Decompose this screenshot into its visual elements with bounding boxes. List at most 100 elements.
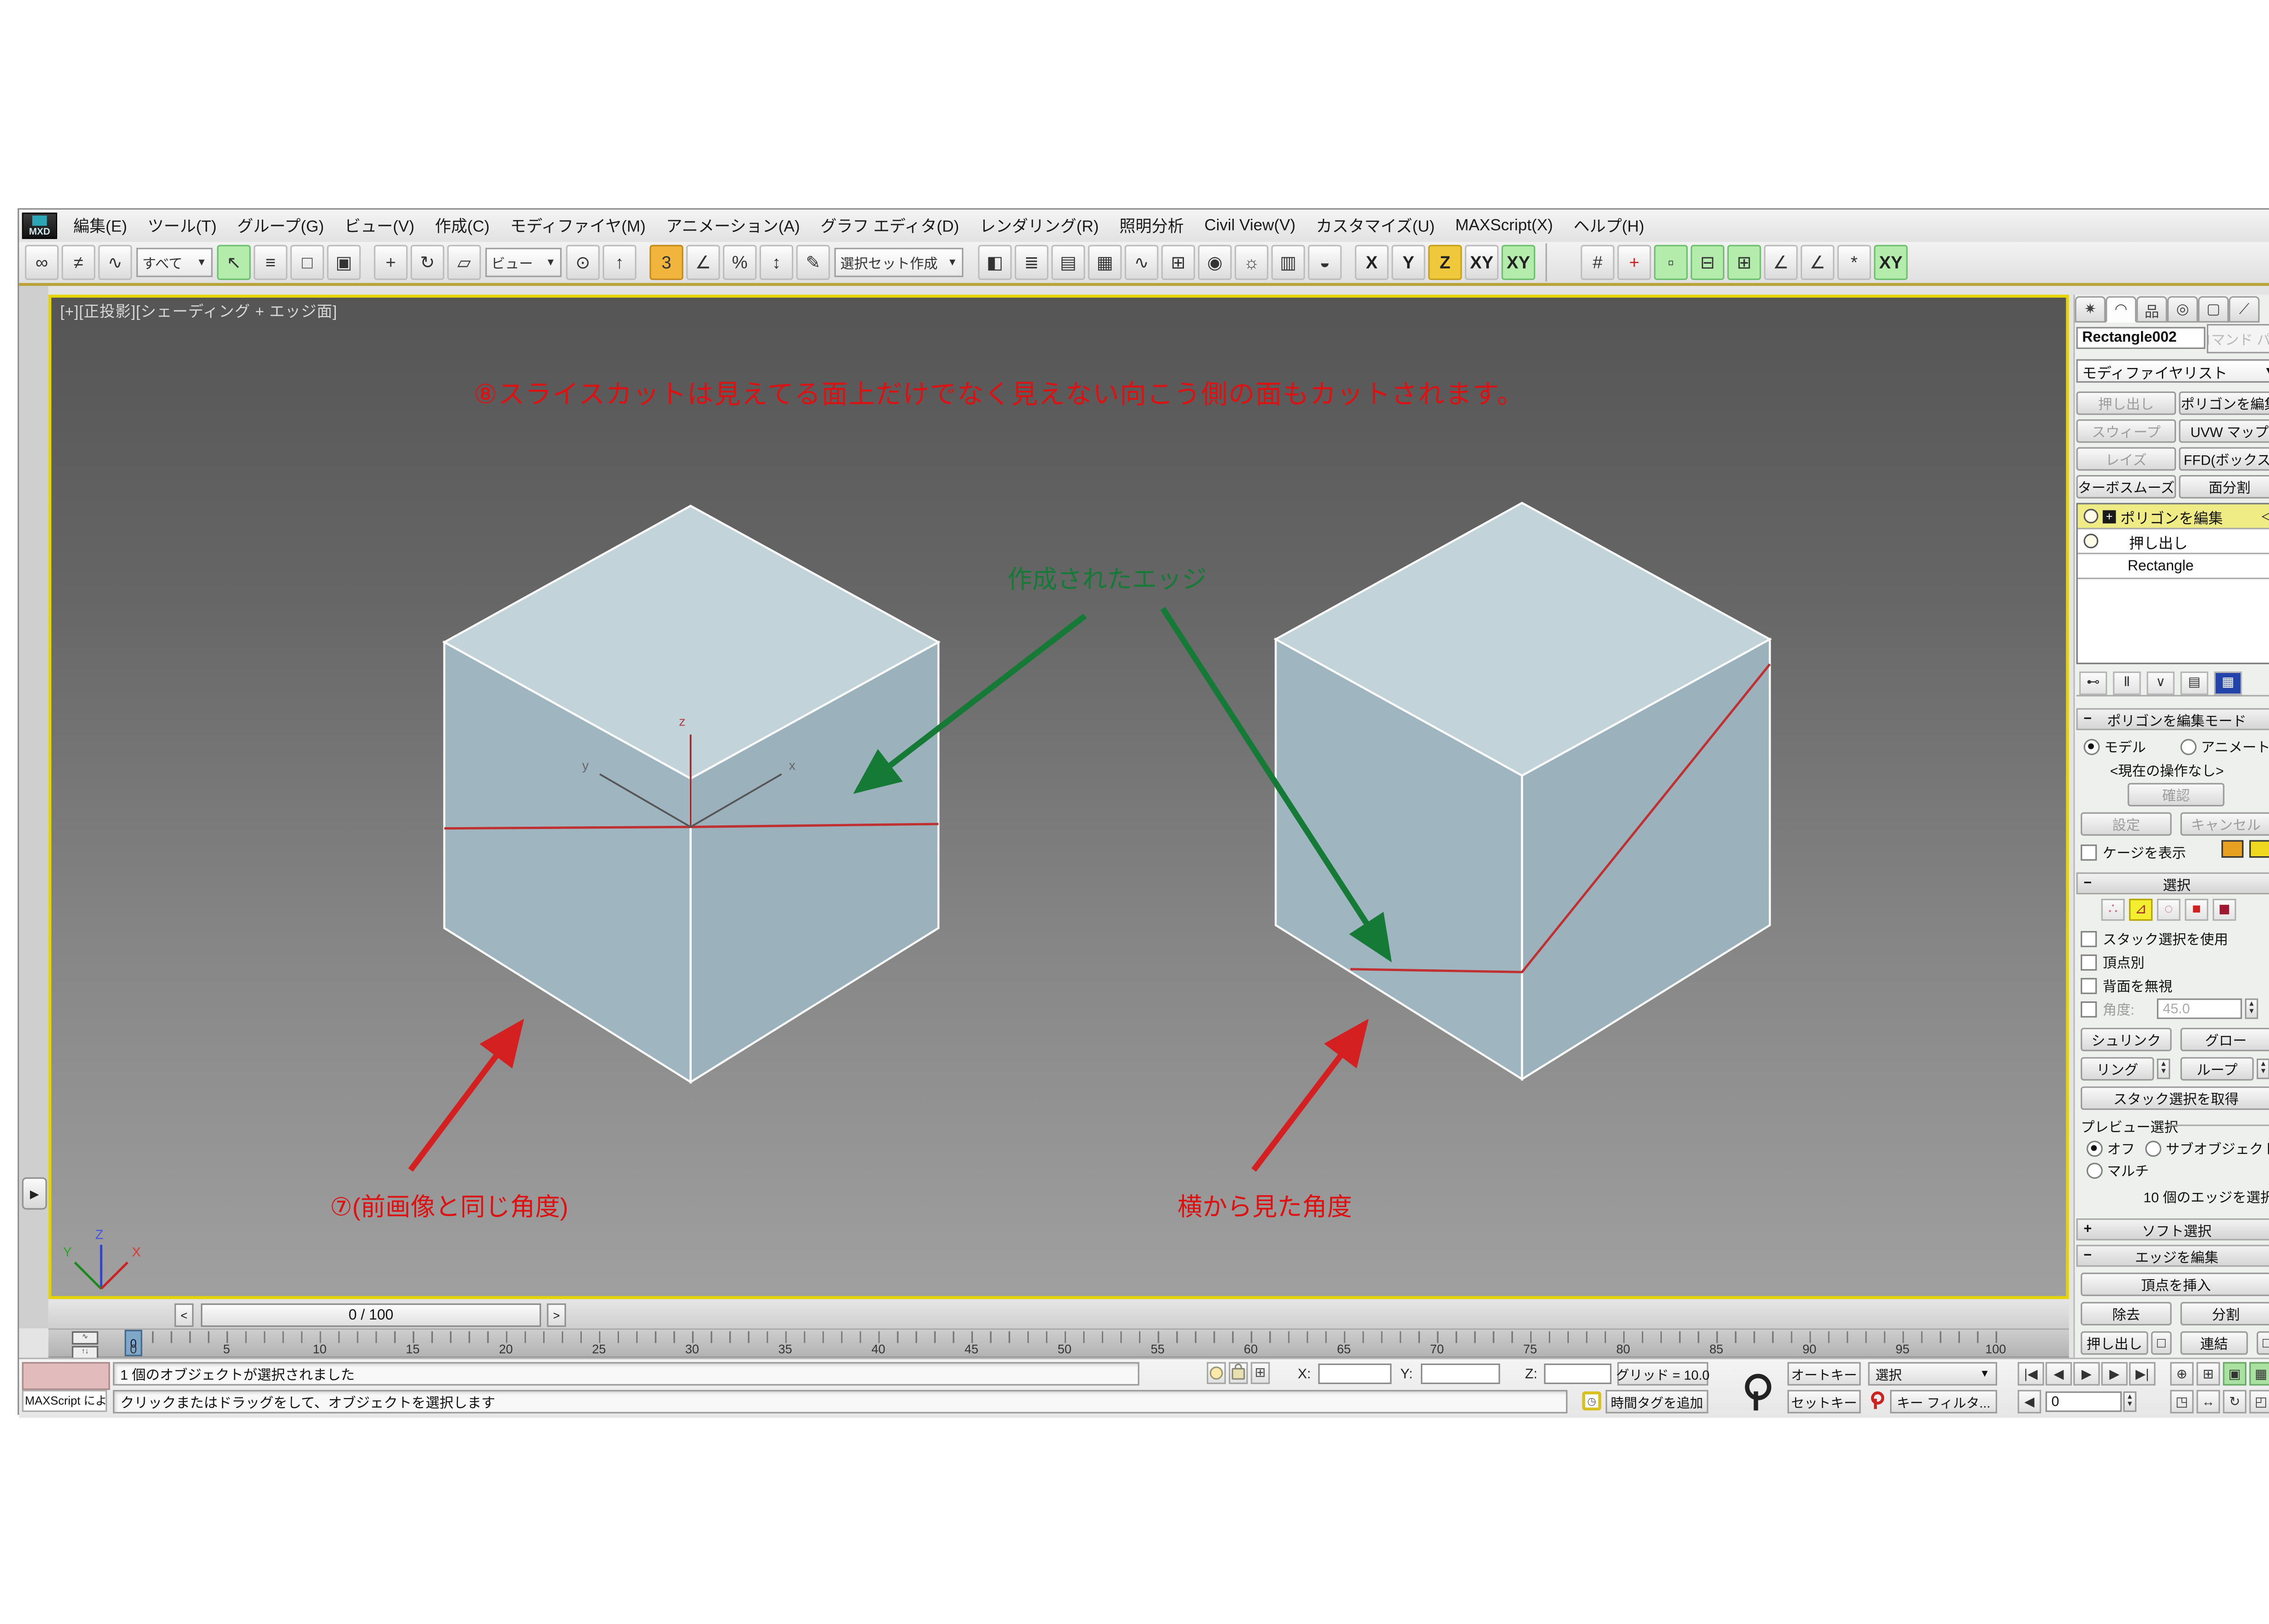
angle-value-field[interactable]: 45.0: [2157, 998, 2242, 1019]
rectangular-selection-icon[interactable]: □: [290, 245, 324, 280]
border-subobject-icon[interactable]: ◌: [2157, 899, 2181, 921]
tab-display-icon[interactable]: ▢: [2198, 296, 2229, 323]
tab-modify-icon[interactable]: ◠: [2106, 296, 2136, 323]
zoom-icon[interactable]: ⊕: [2170, 1362, 2194, 1386]
pan-icon[interactable]: ↔: [2196, 1390, 2220, 1413]
mini-curve-editor-icon[interactable]: ∿: [72, 1331, 98, 1344]
angle-snap-icon[interactable]: ∠: [686, 245, 720, 280]
zoom-extents-all-icon[interactable]: ▦: [2249, 1362, 2269, 1386]
grid-snap-icon[interactable]: #: [1581, 245, 1614, 280]
next-frame-button[interactable]: ▶: [2101, 1362, 2127, 1386]
select-and-manipulate-icon[interactable]: ↑: [603, 245, 636, 280]
go-to-end-button[interactable]: ▶|: [2129, 1362, 2156, 1386]
add-time-tag-button[interactable]: 時間タグを追加: [1606, 1390, 1708, 1413]
quick-turbosmooth-button[interactable]: ターボスムーズ: [2076, 475, 2176, 499]
snap-toggle-3-icon[interactable]: 3: [649, 245, 683, 280]
use-pivot-center-icon[interactable]: ⊙: [566, 245, 599, 280]
menu-item[interactable]: ヘルプ(H): [1563, 210, 1655, 242]
reference-coordinate-dropdown[interactable]: ビュー▼: [486, 248, 562, 277]
get-stack-selection-button[interactable]: スタック選択を取得: [2081, 1086, 2269, 1110]
menu-item[interactable]: モディファイヤ(M): [500, 210, 656, 242]
unlink-selection-icon[interactable]: ≠: [62, 245, 95, 280]
named-selection-dropdown[interactable]: 選択セット作成▼: [835, 248, 963, 277]
play-button[interactable]: ▶: [2073, 1362, 2100, 1386]
quick-extrude-button[interactable]: 押し出し: [2076, 392, 2176, 415]
y-coord-field[interactable]: [1421, 1364, 1500, 1384]
viewport-label[interactable]: [+][正投影][シェーディング + エッジ面]: [60, 300, 337, 322]
configure-modifier-sets-icon[interactable]: ▦: [2214, 671, 2242, 694]
time-slider[interactable]: < 0 / 100 >: [49, 1302, 2069, 1330]
spinner-snap-icon[interactable]: ↕: [760, 245, 793, 280]
menu-item[interactable]: Civil View(V): [1194, 210, 1306, 242]
ring-button[interactable]: リング: [2081, 1057, 2154, 1081]
frame-forward-button[interactable]: >: [547, 1304, 566, 1327]
radio-model[interactable]: モデル: [2084, 736, 2146, 756]
use-stack-selection-checkbox[interactable]: スタック選択を使用: [2081, 928, 2228, 948]
viewport[interactable]: z x y Z Y X [+][正投影][シェーディング + エッジ面] ⑧スラ…: [49, 294, 2069, 1299]
window-crossing-icon[interactable]: ▣: [327, 245, 361, 280]
orbit-icon[interactable]: ↻: [2223, 1390, 2246, 1413]
snap-toggle-a-icon[interactable]: ▫: [1654, 245, 1688, 280]
selection-lock-icon[interactable]: [1229, 1362, 1248, 1384]
rollout-edit-edges[interactable]: − エッジを編集: [2076, 1245, 2269, 1266]
mirror-icon[interactable]: ◧: [978, 245, 1012, 280]
snap-toggle-b-icon[interactable]: ⊟: [1691, 245, 1724, 280]
remove-modifier-icon[interactable]: ▤: [2181, 671, 2208, 694]
key-mode-toggle-button[interactable]: ◀: [2018, 1390, 2041, 1413]
connect-settings-icon[interactable]: □: [2257, 1331, 2269, 1355]
preview-multi-radio[interactable]: マルチ: [2087, 1160, 2149, 1180]
bind-to-space-warp-icon[interactable]: ∿: [98, 245, 132, 280]
vertex-subobject-icon[interactable]: ∴: [2101, 899, 2125, 921]
expand-panel-button[interactable]: ▶: [22, 1178, 47, 1210]
ignore-backfacing-checkbox[interactable]: 背面を無視: [2081, 975, 2172, 996]
show-end-result-icon[interactable]: Ⅱ: [2113, 671, 2141, 694]
go-to-start-button[interactable]: |◀: [2018, 1362, 2044, 1386]
axis-xy-button[interactable]: XY: [1465, 245, 1498, 280]
snap-toggle-c-icon[interactable]: ⊞: [1727, 245, 1761, 280]
render-icon[interactable]: ◒: [1308, 245, 1341, 280]
axis-z-button[interactable]: Z: [1428, 245, 1462, 280]
ring-spinner[interactable]: ▲▼: [2157, 1059, 2170, 1079]
maxscript-mini-listener[interactable]: [22, 1362, 110, 1390]
star-snap-icon[interactable]: *: [1837, 245, 1871, 280]
percent-snap-icon[interactable]: %: [723, 245, 756, 280]
object-name-field[interactable]: Rectangle002: [2076, 327, 2205, 349]
set-keys-button[interactable]: [1740, 1364, 1776, 1410]
cancel-button[interactable]: キャンセル: [2181, 812, 2269, 836]
stack-item-rectangle[interactable]: Rectangle: [2078, 554, 2269, 579]
settings-button[interactable]: 設定: [2081, 812, 2171, 836]
menu-item[interactable]: レンダリング(R): [969, 210, 1109, 242]
element-subobject-icon[interactable]: ◼: [2213, 899, 2236, 921]
show-cage-checkbox[interactable]: ケージを表示: [2081, 842, 2186, 862]
rendered-frame-icon[interactable]: ▥: [1271, 245, 1305, 280]
absolute-mode-icon[interactable]: ⊞: [1251, 1362, 1270, 1384]
pivot-snap-icon[interactable]: +: [1617, 245, 1651, 280]
schematic-view-icon[interactable]: ⊞: [1161, 245, 1195, 280]
extrude-settings-icon[interactable]: □: [2151, 1331, 2171, 1355]
zoom-all-icon[interactable]: ⊞: [2196, 1362, 2220, 1386]
tab-hierarchy-icon[interactable]: 品: [2136, 296, 2167, 323]
rollout-soft-selection[interactable]: + ソフト選択: [2076, 1218, 2269, 1240]
set-key-red-icon[interactable]: [1868, 1391, 1881, 1409]
by-angle-checkbox[interactable]: 角度:: [2081, 998, 2134, 1019]
modifier-list-dropdown[interactable]: モディファイヤリスト ▼: [2076, 359, 2269, 383]
make-unique-icon[interactable]: ∨: [2146, 671, 2174, 694]
quick-uvw-map-button[interactable]: UVW マップ: [2179, 419, 2269, 443]
align-icon[interactable]: ≣: [1015, 245, 1048, 280]
menu-item[interactable]: MAXScript(X): [1445, 210, 1563, 242]
extrude-button[interactable]: 押し出し: [2081, 1331, 2148, 1355]
angle-b-snap-icon[interactable]: ∠: [1801, 245, 1834, 280]
cage-color-swatch[interactable]: [2221, 840, 2243, 858]
edit-named-selections-icon[interactable]: ✎: [796, 245, 830, 280]
tab-motion-icon[interactable]: ◎: [2167, 296, 2198, 323]
menu-item[interactable]: ビュー(V): [334, 210, 425, 242]
previous-frame-button[interactable]: ◀: [2046, 1362, 2072, 1386]
quick-tessellate-button[interactable]: 面分割: [2179, 475, 2269, 499]
menu-item[interactable]: 照明分析: [1109, 210, 1194, 242]
axis-xy2-snap-button[interactable]: XY: [1874, 245, 1907, 280]
layer-manager-icon[interactable]: ▤: [1051, 245, 1085, 280]
curve-editor-icon[interactable]: ∿: [1125, 245, 1158, 280]
angle-a-snap-icon[interactable]: ∠: [1764, 245, 1798, 280]
tab-create-icon[interactable]: ✷: [2075, 296, 2106, 323]
menu-item[interactable]: グループ(G): [227, 210, 334, 242]
